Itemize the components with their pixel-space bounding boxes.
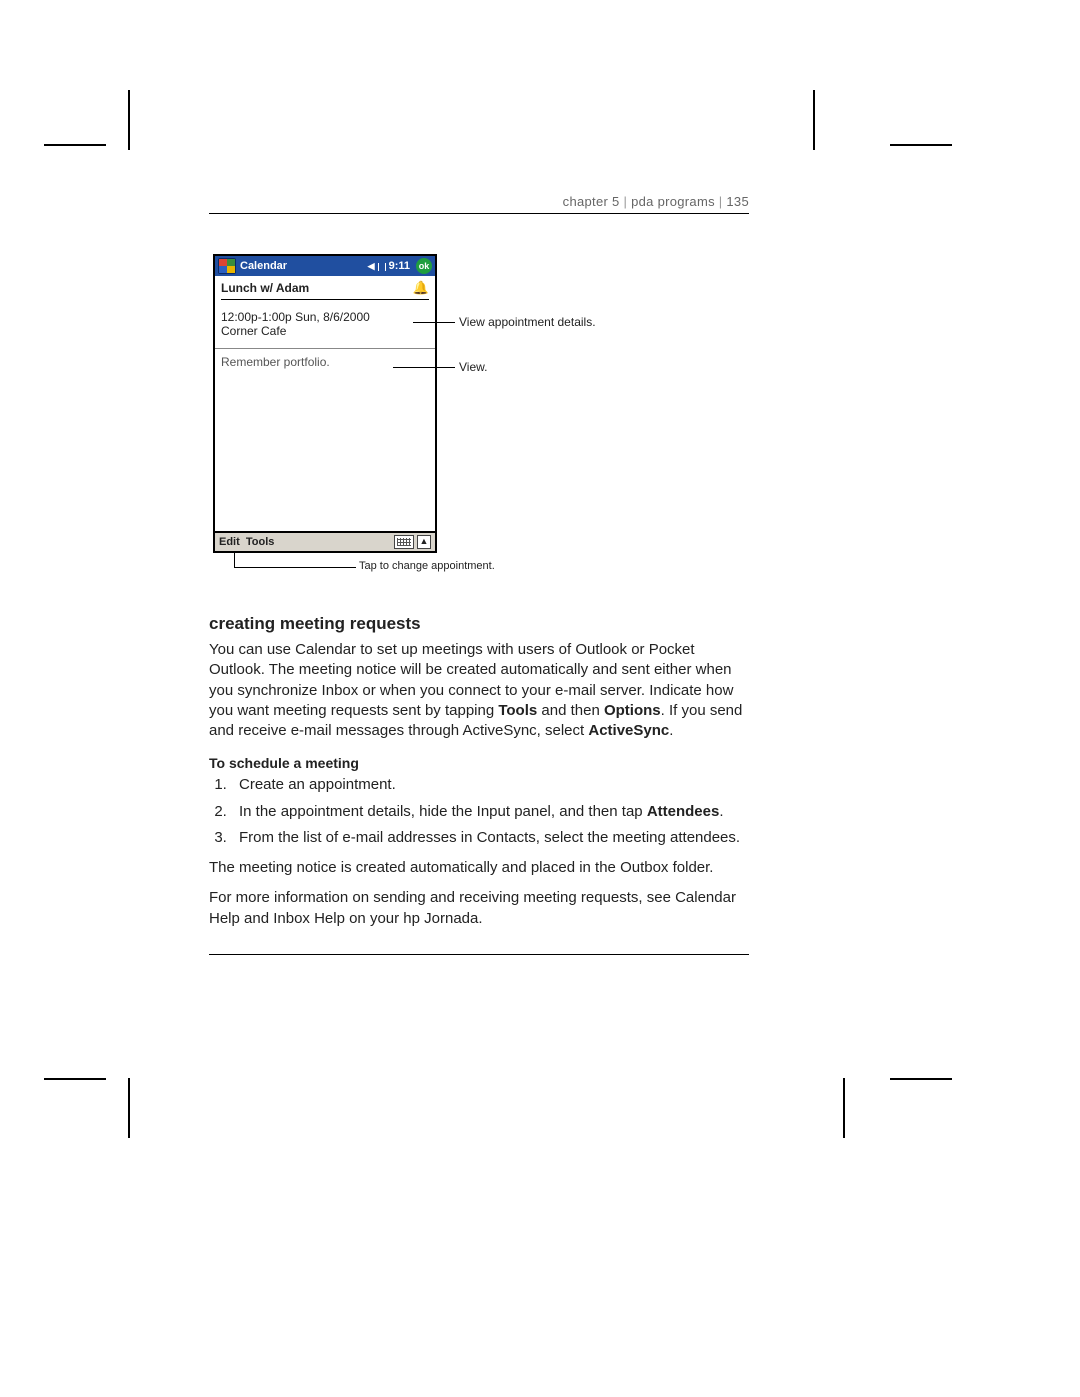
crop-mark: [44, 144, 106, 146]
paragraph-moreinfo: For more information on sending and rece…: [209, 888, 749, 929]
page-number: 135: [726, 194, 749, 209]
speaker-icon: [368, 260, 375, 272]
crop-mark: [843, 1078, 845, 1138]
paragraph-outbox: The meeting notice is created automatica…: [209, 858, 749, 878]
step-2: In the appointment details, hide the Inp…: [231, 802, 749, 822]
keyboard-icon[interactable]: [394, 535, 414, 549]
signal-icon: [378, 263, 386, 271]
pda-screenshot: Calendar 9:11 ok Lunch w/ Adam 🔔 12:00p-…: [213, 254, 437, 553]
crop-mark: [128, 1078, 130, 1138]
menu-edit[interactable]: Edit: [219, 536, 240, 548]
callout-details: View appointment details.: [459, 315, 596, 329]
appointment-datetime: 12:00p-1:00p Sun, 8/6/2000: [221, 310, 429, 324]
appointment-location: Corner Cafe: [221, 324, 429, 338]
appointment-subject-row[interactable]: Lunch w/ Adam 🔔: [221, 280, 429, 300]
step-list: Create an appointment. In the appointmen…: [231, 775, 749, 848]
crop-mark: [813, 90, 815, 150]
section-heading: creating meeting requests: [209, 614, 749, 634]
section-label: pda programs: [631, 194, 715, 209]
clock: 9:11: [368, 260, 410, 272]
clock-time: 9:11: [389, 260, 410, 272]
menu-bar: Edit Tools ▲: [215, 531, 435, 551]
header-rule: [209, 213, 749, 214]
callout-line: [393, 367, 455, 368]
start-icon[interactable]: [218, 258, 236, 274]
step-1: Create an appointment.: [231, 775, 749, 795]
footer-rule: [209, 954, 749, 955]
app-title: Calendar: [240, 260, 287, 272]
ok-button[interactable]: ok: [416, 258, 432, 274]
reminder-icon: 🔔: [413, 280, 429, 296]
title-bar[interactable]: Calendar 9:11 ok: [215, 256, 435, 276]
figure-calendar-detail: Calendar 9:11 ok Lunch w/ Adam 🔔 12:00p-…: [209, 254, 749, 594]
callout-line: [234, 567, 356, 568]
callout-tap-edit: Tap to change appointment.: [359, 560, 495, 572]
crop-mark: [128, 90, 130, 150]
crop-mark: [890, 1078, 952, 1080]
running-header: chapter 5 pda programs 135: [209, 194, 749, 209]
callout-line: [413, 322, 455, 323]
input-panel-arrow-icon[interactable]: ▲: [417, 535, 431, 549]
crop-mark: [890, 144, 952, 146]
chapter-label: chapter 5: [563, 194, 620, 209]
appointment-note[interactable]: Remember portfolio.: [215, 348, 435, 505]
callout-viewnote: View.: [459, 360, 487, 374]
appointment-subject: Lunch w/ Adam: [221, 281, 309, 295]
step-3: From the list of e-mail addresses in Con…: [231, 828, 749, 848]
crop-mark: [44, 1078, 106, 1080]
subsection-heading: To schedule a meeting: [209, 755, 749, 771]
callout-line: [234, 551, 235, 567]
paragraph-intro: You can use Calendar to set up meetings …: [209, 640, 749, 741]
menu-tools[interactable]: Tools: [246, 536, 275, 548]
